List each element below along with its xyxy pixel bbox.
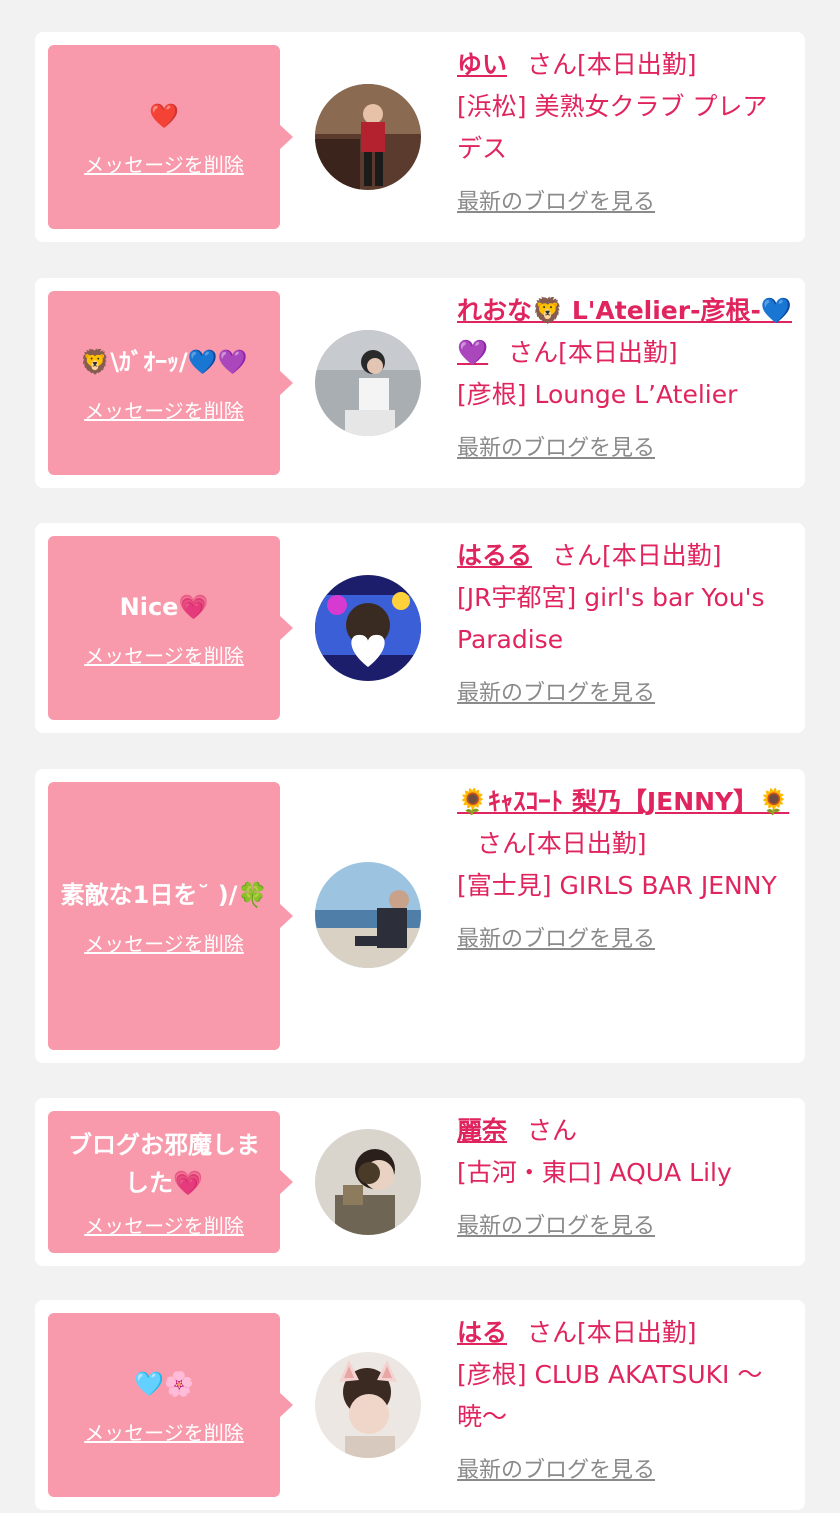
avatar[interactable] bbox=[315, 330, 421, 436]
delete-message-link[interactable]: メッセージを削除 bbox=[84, 1417, 244, 1446]
latest-blog-link[interactable]: 最新のブログを見る bbox=[457, 428, 655, 470]
message-card: ブログお邪魔しました💗 メッセージを削除 麗奈 さん [古河・東口] AQUA L… bbox=[35, 1098, 805, 1266]
latest-blog-link[interactable]: 最新のブログを見る bbox=[457, 919, 655, 961]
delete-message-link[interactable]: メッセージを削除 bbox=[84, 640, 244, 669]
attendance-status: さん[本日出勤] bbox=[508, 338, 678, 367]
attendance-status: さん[本日出勤] bbox=[527, 1318, 697, 1347]
avatar[interactable] bbox=[315, 84, 421, 190]
delete-message-link[interactable]: メッセージを削除 bbox=[84, 395, 244, 424]
message-text: ❤️ bbox=[149, 101, 179, 130]
message-bubble: ❤️ メッセージを削除 bbox=[48, 45, 293, 229]
message-bubble: 素敵な1日を˘ )/🍀 メッセージを削除 bbox=[48, 782, 293, 1050]
message-card: 素敵な1日を˘ )/🍀 メッセージを削除 🌻ｷｬｽｺｰﾄ 梨乃【JENNY】🌻 さ… bbox=[35, 769, 805, 1063]
avatar[interactable] bbox=[315, 1129, 421, 1235]
message-text: 🦁\ｶﾞｵｰｯ/💙💜 bbox=[80, 347, 248, 376]
message-bubble: Nice💗 メッセージを削除 bbox=[48, 536, 293, 720]
user-name-link[interactable]: 🌻ｷｬｽｺｰﾄ 梨乃【JENNY】🌻 bbox=[457, 787, 789, 816]
shop-name: [浜松] 美熟女クラブ プレアデス bbox=[457, 92, 768, 163]
card-info: 🌻ｷｬｽｺｰﾄ 梨乃【JENNY】🌻 さん[本日出勤] [富士見] GIRLS B… bbox=[457, 781, 792, 961]
message-bubble: 🦁\ｶﾞｵｰｯ/💙💜 メッセージを削除 bbox=[48, 291, 293, 475]
message-card: 🦁\ｶﾞｵｰｯ/💙💜 メッセージを削除 れおな🦁 L'Atelier-彦根-💙💜… bbox=[35, 278, 805, 488]
shop-name: [彦根] CLUB AKATSUKI 〜暁〜 bbox=[457, 1360, 763, 1431]
delete-message-link[interactable]: メッセージを削除 bbox=[84, 149, 244, 178]
attendance-status: さん[本日出勤] bbox=[527, 50, 697, 79]
avatar[interactable] bbox=[315, 1352, 421, 1458]
user-name-link[interactable]: はる bbox=[457, 1318, 507, 1347]
latest-blog-link[interactable]: 最新のブログを見る bbox=[457, 1450, 655, 1492]
latest-blog-link[interactable]: 最新のブログを見る bbox=[457, 182, 655, 224]
shop-name: [古河・東口] AQUA Lily bbox=[457, 1158, 732, 1187]
shop-name: [彦根] Lounge L’Atelier bbox=[457, 380, 738, 409]
message-card: ❤️ メッセージを削除 ゆい さん[本日出勤] [浜松] 美熟女クラブ プレアデス… bbox=[35, 32, 805, 242]
latest-blog-link[interactable]: 最新のブログを見る bbox=[457, 673, 655, 715]
card-info: れおな🦁 L'Atelier-彦根-💙💜 さん[本日出勤] [彦根] Lounge… bbox=[457, 290, 792, 470]
delete-message-link[interactable]: メッセージを削除 bbox=[84, 1210, 244, 1239]
shop-name: [JR宇都宮] girl's bar You's Paradise bbox=[457, 583, 765, 654]
attendance-status: さん[本日出勤] bbox=[477, 829, 647, 858]
shop-name: [富士見] GIRLS BAR JENNY bbox=[457, 871, 777, 900]
user-name-link[interactable]: ゆい bbox=[457, 50, 507, 79]
message-text: ブログお邪魔しました💗 bbox=[68, 1130, 260, 1197]
user-name-link[interactable]: 麗奈 bbox=[457, 1116, 507, 1145]
message-card: 🩵🌸 メッセージを削除 はる さん[本日出勤] [彦根] CLUB AKATSUK… bbox=[35, 1300, 805, 1510]
card-info: はる さん[本日出勤] [彦根] CLUB AKATSUKI 〜暁〜 最新のブログ… bbox=[457, 1312, 792, 1492]
avatar[interactable] bbox=[315, 575, 421, 681]
attendance-status: さん[本日出勤] bbox=[552, 541, 722, 570]
message-card: Nice💗 メッセージを削除 はるる さん[本日出勤] [JR宇都宮] girl'… bbox=[35, 523, 805, 733]
card-info: はるる さん[本日出勤] [JR宇都宮] girl's bar You's Par… bbox=[457, 535, 792, 715]
message-bubble: 🩵🌸 メッセージを削除 bbox=[48, 1313, 293, 1497]
card-info: ゆい さん[本日出勤] [浜松] 美熟女クラブ プレアデス 最新のブログを見る bbox=[457, 44, 792, 224]
user-name-link[interactable]: はるる bbox=[457, 541, 532, 570]
message-text: 素敵な1日を˘ )/🍀 bbox=[60, 880, 268, 909]
latest-blog-link[interactable]: 最新のブログを見る bbox=[457, 1206, 655, 1248]
card-info: 麗奈 さん [古河・東口] AQUA Lily 最新のブログを見る bbox=[457, 1110, 792, 1248]
delete-message-link[interactable]: メッセージを削除 bbox=[84, 928, 244, 957]
message-text: 🩵🌸 bbox=[134, 1369, 194, 1398]
attendance-status: さん bbox=[527, 1116, 578, 1145]
message-bubble: ブログお邪魔しました💗 メッセージを削除 bbox=[48, 1111, 293, 1253]
message-text: Nice💗 bbox=[119, 592, 209, 621]
message-list: ❤️ メッセージを削除 ゆい さん[本日出勤] [浜松] 美熟女クラブ プレアデス… bbox=[0, 0, 840, 1513]
avatar[interactable] bbox=[315, 862, 421, 968]
